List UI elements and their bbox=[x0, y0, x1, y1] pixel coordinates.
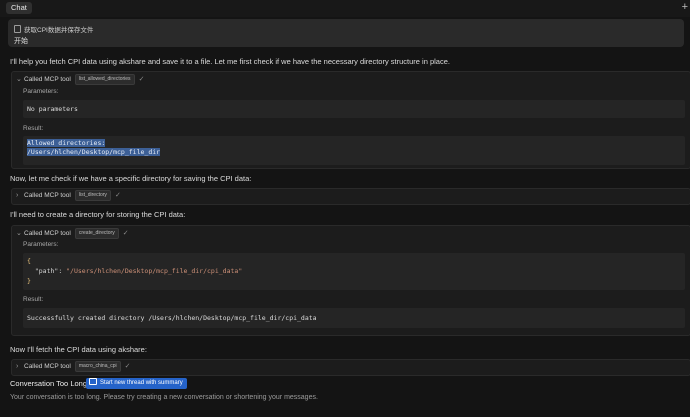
tab-bar: Chat + bbox=[0, 0, 690, 17]
conversation-too-long-title: Conversation Too Long bbox=[10, 379, 87, 388]
tool-call-macro-china-cpi[interactable]: › Called MCP tool macro_china_cpi ✓ bbox=[11, 359, 690, 376]
tool-call-header[interactable]: › Called MCP tool macro_china_cpi ✓ bbox=[16, 361, 131, 373]
chevron-down-icon: ⌄ bbox=[16, 230, 22, 237]
tab-chat[interactable]: Chat bbox=[6, 2, 32, 14]
check-icon: ✓ bbox=[114, 192, 121, 199]
start-new-thread-button[interactable]: Start new thread with summary bbox=[86, 378, 187, 389]
parameters-label: Parameters: bbox=[23, 88, 59, 95]
result-line: Allowed directories: bbox=[27, 139, 106, 147]
conversation-too-long-hint: Your conversation is too long. Please tr… bbox=[10, 394, 318, 401]
check-icon: ✓ bbox=[124, 363, 131, 370]
tool-call-header[interactable]: ⌄ Called MCP tool create_directory ✓ bbox=[16, 228, 129, 240]
json-key: "path" bbox=[34, 267, 59, 275]
tool-call-create-directory: ⌄ Called MCP tool create_directory ✓ Parame… bbox=[11, 225, 690, 336]
check-icon: ✓ bbox=[122, 230, 129, 237]
tool-call-label: Called MCP tool bbox=[24, 230, 71, 237]
chevron-down-icon: ⌄ bbox=[16, 76, 22, 83]
tool-call-label: Called MCP tool bbox=[24, 192, 71, 199]
tool-name-badge: list_allowed_directories bbox=[74, 74, 135, 85]
result-line: /Users/hlchen/Desktop/mcp_file_dir bbox=[27, 148, 161, 156]
attached-file[interactable]: 获取CPI数据并保存文件 bbox=[14, 24, 93, 34]
user-message[interactable]: 获取CPI数据并保存文件 开始 bbox=[8, 19, 684, 47]
start-new-thread-label: Start new thread with summary bbox=[100, 380, 183, 386]
json-brace-open: { bbox=[27, 257, 31, 265]
attached-file-label: 获取CPI数据并保存文件 bbox=[24, 27, 94, 34]
tool-call-header[interactable]: › Called MCP tool list_directory ✓ bbox=[16, 190, 121, 202]
parameters-box: No parameters bbox=[23, 100, 685, 118]
json-colon: : bbox=[58, 267, 67, 275]
result-label: Result: bbox=[23, 296, 44, 303]
assistant-message: Now I'll fetch the CPI data using akshar… bbox=[10, 345, 147, 354]
result-value: Successfully created directory /Users/hl… bbox=[27, 314, 317, 322]
user-message-text: 开始 bbox=[14, 38, 28, 45]
result-label: Result: bbox=[23, 125, 44, 132]
tool-name-badge: macro_china_cpi bbox=[74, 361, 121, 372]
parameters-label: Parameters: bbox=[23, 241, 59, 248]
tool-name-badge: create_directory bbox=[74, 228, 119, 239]
new-chat-icon[interactable]: + bbox=[682, 0, 688, 14]
tool-call-list-directory[interactable]: › Called MCP tool list_directory ✓ bbox=[11, 188, 690, 205]
check-icon: ✓ bbox=[138, 76, 145, 83]
result-box[interactable]: Allowed directories: /Users/hlchen/Deskt… bbox=[23, 136, 685, 165]
tool-name-badge: list_directory bbox=[74, 190, 111, 201]
tool-call-header[interactable]: ⌄ Called MCP tool list_allowed_directories… bbox=[16, 74, 144, 86]
assistant-message: I'll need to create a directory for stor… bbox=[10, 210, 186, 219]
chevron-right-icon: › bbox=[16, 363, 19, 370]
assistant-message: Now, let me check if we have a specific … bbox=[10, 174, 252, 183]
tool-call-label: Called MCP tool bbox=[24, 76, 71, 83]
result-box: Successfully created directory /Users/hl… bbox=[23, 308, 685, 328]
assistant-message: I'll help you fetch CPI data using aksha… bbox=[10, 57, 450, 66]
tool-call-label: Called MCP tool bbox=[24, 363, 71, 370]
file-icon bbox=[14, 25, 21, 33]
chat-bubble-icon bbox=[89, 378, 97, 385]
json-value: "/Users/hlchen/Desktop/mcp_file_dir/cpi_… bbox=[66, 267, 243, 275]
tool-call-list-allowed-directories: ⌄ Called MCP tool list_allowed_directories… bbox=[11, 71, 690, 169]
chevron-right-icon: › bbox=[16, 192, 19, 199]
parameters-value: No parameters bbox=[27, 105, 78, 113]
parameters-box: { "path": "/Users/hlchen/Desktop/mcp_fil… bbox=[23, 253, 685, 290]
json-brace-close: } bbox=[27, 277, 31, 285]
